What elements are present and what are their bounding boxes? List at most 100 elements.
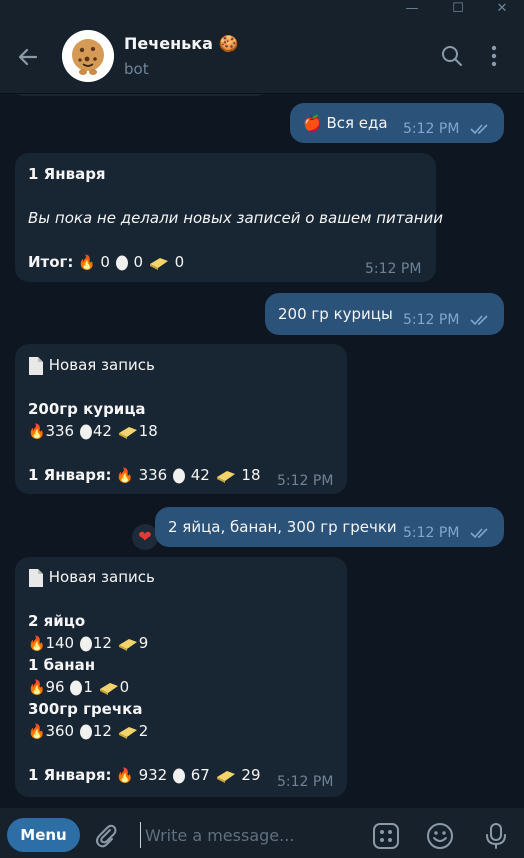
incoming-message[interactable]: Новая запись 2 яйцо 🔥140 12 9 1 банан 🔥9… [15,557,347,797]
previous-message-edge [15,94,265,96]
microphone-icon[interactable] [482,822,510,850]
document-icon [29,356,43,375]
butter-icon [118,426,137,439]
egg-icon [79,424,92,440]
egg-icon [172,468,185,484]
butter-icon [149,257,168,270]
calories-value: 140 [45,634,75,652]
entry-header-label: Новая запись [48,356,155,374]
total-line: Итог: 🔥 0 0 0 [28,251,184,274]
message-time: 5:12 PM [365,261,422,277]
egg-icon [79,636,92,652]
item-name: 300гр гречка [28,700,143,718]
incoming-message[interactable]: Новая запись 200гр курица 🔥336 42 18 1 Я… [15,344,347,494]
protein-value: 67 [190,766,210,784]
fire-icon: 🔥 [28,636,46,652]
maximize-button[interactable]: ☐ [440,0,476,18]
item-name: 1 банан [28,656,96,674]
fat-value: 2 [138,722,149,740]
attach-paperclip-icon[interactable] [92,822,120,850]
fat-value: 18 [241,466,261,484]
incoming-message[interactable]: 1 Января Вы пока не делали новых записей… [15,153,443,282]
fat-value: 18 [138,422,158,440]
message-composer: Menu [0,808,524,858]
entry-header: Новая запись [28,566,155,588]
date-title: 1 Января [28,165,106,183]
bot-commands-icon[interactable] [372,822,400,850]
egg-icon [172,768,185,784]
double-check-icon [470,124,488,135]
item-values: 🔥140 12 9 [28,632,148,655]
fire-icon: 🔥 [116,468,134,484]
entry-header-label: Новая запись [48,568,155,586]
butter-icon [99,682,118,695]
summary-label: 1 Января: [28,766,112,784]
bot-menu-button[interactable]: Menu [7,818,80,852]
butter-icon [216,770,235,783]
emoji-icon[interactable] [426,822,454,850]
butter-icon [216,470,235,483]
empty-notice: Вы пока не делали новых записей о вашем … [28,209,444,227]
egg-icon [115,255,128,271]
butter-icon [118,726,137,739]
chat-header: Печенька 🍪 bot [0,18,524,94]
fire-icon: 🔥 [28,680,46,696]
double-check-icon [470,528,488,539]
calories-value: 336 [45,422,75,440]
message-time: 5:12 PM [403,121,460,137]
chat-subtitle: bot [124,60,149,78]
calories-value: 360 [45,722,75,740]
fire-icon: 🔥 [28,424,46,440]
message-input[interactable] [140,822,360,848]
outgoing-message[interactable]: 🍎 Вся еда 5:12 PM [290,103,504,143]
message-time: 5:12 PM [277,774,334,790]
message-text: 2 яйца, банан, 300 гр гречки [168,518,397,536]
summary-line: 1 Января: 🔥 336 42 18 [28,464,261,487]
message-time: 5:12 PM [403,312,460,328]
entry-header: Новая запись [28,354,155,376]
calories-value: 96 [45,678,65,696]
chat-title[interactable]: Печенька 🍪 [124,34,238,53]
double-check-icon [470,315,488,326]
summary-label: 1 Января: [28,466,112,484]
item-name: 2 яйцо [28,612,86,630]
fire-icon: 🔥 [78,255,96,271]
more-options-icon[interactable] [482,44,506,68]
fat-value: 9 [138,634,149,652]
fire-icon: 🔥 [28,724,46,740]
message-list[interactable]: 🍎 Вся еда 5:12 PM 1 Января Вы пока не де… [0,94,524,808]
window-titlebar: — ☐ ✕ [0,0,524,18]
outgoing-message[interactable]: 200 гр курицы 5:12 PM [265,293,504,335]
total-label: Итог: [28,253,74,271]
item-name: 200гр курица [28,400,146,418]
document-icon [29,568,43,587]
calories-value: 0 [100,253,110,271]
avatar[interactable] [62,30,114,82]
back-arrow-icon[interactable] [14,43,42,71]
item-values: 🔥360 12 2 [28,720,148,743]
protein-value: 12 [92,722,112,740]
fat-value: 29 [241,766,261,784]
egg-icon [70,680,83,696]
fat-value: 0 [119,678,130,696]
egg-icon [79,724,92,740]
protein-value: 42 [92,422,112,440]
summary-line: 1 Января: 🔥 932 67 29 [28,764,261,787]
outgoing-message[interactable]: 2 яйца, банан, 300 гр гречки 5:12 PM [155,507,504,547]
message-time: 5:12 PM [403,525,460,541]
message-time: 5:12 PM [277,473,334,489]
item-values: 🔥336 42 18 [28,420,158,443]
calories-value: 932 [138,766,168,784]
fat-value: 0 [174,253,185,271]
cookie-avatar-icon [62,30,114,82]
minimize-button[interactable]: — [394,0,430,18]
butter-icon [118,638,137,651]
message-text: 200 гр курицы [278,305,393,323]
search-icon[interactable] [440,44,464,68]
message-text: 🍎 Вся еда [303,114,388,132]
protein-value: 42 [190,466,210,484]
close-window-button[interactable]: ✕ [484,0,520,18]
protein-value: 1 [83,678,93,696]
item-values: 🔥96 1 0 [28,676,129,699]
protein-value: 12 [92,634,112,652]
